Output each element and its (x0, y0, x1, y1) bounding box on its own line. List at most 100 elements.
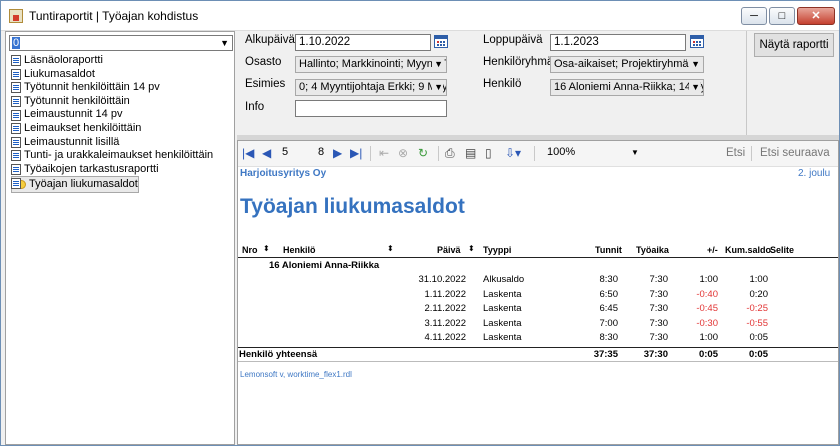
report-list-item-label: Leimaukset henkilöittäin (24, 121, 142, 134)
cell-tyoaika: 7:30 (649, 332, 669, 343)
col-selite: Selite (770, 245, 795, 255)
run-report-button[interactable]: Näytä raportti (754, 33, 834, 57)
chevron-down-icon[interactable]: ▼ (631, 148, 639, 157)
report-group-combo[interactable]: 0 ▼ (9, 35, 233, 51)
refresh-icon[interactable]: ↻ (418, 146, 428, 160)
report-list-item[interactable]: Työtunnit henkilöittäin 14 pv (11, 81, 233, 95)
report-list-item[interactable]: Leimaustunnit 14 pv (11, 108, 233, 122)
toolbar-separator (751, 146, 752, 161)
osasto-select[interactable]: Hallinto; Markkinointi; Myynti; T ▼ (295, 56, 447, 73)
toolbar-separator (370, 146, 371, 161)
total-rule (238, 347, 838, 348)
col-tyoaika: Työaika (636, 245, 669, 255)
report-list-item-label: Leimaustunnit lisillä (24, 135, 120, 148)
calendar-icon[interactable] (690, 35, 704, 48)
report-list-item-label: Liukumasaldot (24, 67, 95, 80)
cell-tyyppi: Laskenta (483, 303, 522, 314)
cell-paiva: 3.11.2022 (424, 317, 466, 329)
cell-plusminus: -0:45 (696, 303, 718, 314)
report-document-icon (11, 123, 21, 135)
company-name: Harjoitusyritys Oy (240, 168, 327, 179)
loppupaiva-input[interactable]: 1.1.2023 (550, 34, 686, 51)
cell-tyyppi: Laskenta (483, 332, 522, 343)
cell-paiva: 2.11.2022 (424, 303, 466, 314)
page-number-input[interactable]: 5 (282, 146, 288, 158)
find-link[interactable]: Etsi (726, 147, 745, 159)
stop-icon[interactable]: ⊗ (398, 146, 408, 160)
loppupaiva-label: Loppupäivä (483, 34, 543, 46)
alkupaiva-input[interactable]: 1.10.2022 (295, 34, 431, 51)
cell-tunnit: 8:30 (599, 274, 619, 285)
report-list-item[interactable]: Työtunnit henkilöittäin (11, 95, 233, 109)
report-list-item-label: Työaikojen tarkastusraportti (24, 162, 159, 175)
sort-icon[interactable]: ⬍ (468, 244, 475, 253)
page-setup-icon[interactable]: ▯ (485, 146, 492, 160)
report-footer: Lemonsoft v, worktime_flex1.rdl (240, 370, 352, 379)
report-list-item[interactable]: Työaikojen tarkastusraportti (11, 163, 233, 177)
report-list-item-label: Tunti- ja urakkaleimaukset henkilöittäin (24, 149, 214, 162)
report-document-icon (11, 177, 21, 189)
info-input[interactable] (295, 100, 447, 117)
app-icon (9, 9, 23, 23)
export-icon[interactable]: ⇩▾ (505, 146, 521, 160)
next-page-icon[interactable]: ▶ (333, 146, 342, 160)
col-tyyppi: Tyyppi (483, 245, 512, 255)
cell-tunnit: 8:30 (599, 332, 619, 343)
report-document-icon (11, 150, 21, 162)
total-tyoaika: 37:30 (643, 349, 668, 360)
maximize-button[interactable]: □ (769, 7, 795, 25)
print-icon[interactable]: ⎙ (445, 146, 455, 161)
close-button[interactable]: ✕ (797, 7, 835, 25)
chevron-down-icon: ▼ (689, 80, 700, 95)
henkiloryhma-value: Osa-aikaiset; Projektiryhmä 1; 1 (554, 58, 704, 70)
report-list-item-label: Työajan liukumasaldot (29, 178, 138, 191)
calendar-icon[interactable] (434, 35, 448, 48)
chevron-down-icon: ▼ (689, 57, 700, 72)
report-list-item[interactable]: Läsnäoloraportti (11, 54, 233, 68)
henkiloryhma-label: Henkilöryhmä (483, 56, 554, 68)
back-icon[interactable]: ⇤ (379, 146, 389, 160)
report-list-item[interactable]: Työajan liukumasaldot (11, 176, 139, 194)
sort-icon[interactable]: ⬍ (263, 244, 270, 253)
print-layout-icon[interactable]: ▤ (465, 146, 476, 160)
app-window: Tuntiraportit | Työajan kohdistus ─ □ ✕ … (0, 0, 840, 446)
chevron-down-icon[interactable]: ▼ (220, 36, 229, 50)
cell-kumsaldo: -0:55 (746, 317, 768, 329)
report-document-icon (11, 109, 21, 121)
cell-tyoaika: 7:30 (649, 317, 669, 329)
report-list-item-label: Läsnäoloraportti (24, 54, 103, 66)
report-list-item[interactable]: Liukumasaldot (11, 68, 233, 82)
col-tunnit: Tunnit (595, 245, 622, 255)
col-paiva: Päivä (437, 245, 461, 255)
henkilo-value: 16 Aloniemi Anna-Riikka; 14 Fy (554, 81, 704, 93)
report-list-item-label: Leimaustunnit 14 pv (24, 108, 123, 121)
prev-page-icon[interactable]: ◀ (262, 146, 271, 160)
find-next-link[interactable]: Etsi seuraava (760, 147, 830, 159)
report-title: Työajan liukumasaldot (240, 195, 465, 218)
chevron-down-icon: ▼ (432, 80, 443, 95)
cell-paiva: 31.10.2022 (418, 274, 466, 285)
alkupaiva-label: Alkupäivä (245, 34, 295, 46)
report-list-item[interactable]: Tunti- ja urakkaleimaukset henkilöittäin (11, 149, 233, 163)
report-list-item[interactable]: Leimaukset henkilöittäin (11, 122, 233, 136)
report-viewer: |◀ ◀ 5 8 ▶ ▶| ⇤ ⊗ ↻ ⎙ ▤ ▯ ⇩▾ 100% ▼ Etsi… (237, 140, 839, 445)
zoom-select[interactable]: 100% (547, 146, 575, 158)
cell-plusminus: 1:00 (699, 332, 719, 343)
chevron-down-icon: ▼ (432, 57, 443, 72)
report-list-panel: 0 ▼ Läsnäoloraportti Liukumasaldot Työtunni… (5, 31, 235, 445)
report-list-item-label: Työtunnit henkilöittäin (24, 94, 130, 107)
cell-tyyppi: Laskenta (483, 317, 522, 329)
osasto-label: Osasto (245, 56, 282, 68)
last-page-icon[interactable]: ▶| (350, 146, 362, 160)
henkilo-select[interactable]: 16 Aloniemi Anna-Riikka; 14 Fy ▼ (550, 79, 704, 96)
report-document-icon (11, 96, 21, 108)
cell-tyyppi: Laskenta (483, 288, 522, 300)
cell-paiva: 1.11.2022 (424, 288, 466, 300)
first-page-icon[interactable]: |◀ (242, 146, 254, 160)
minimize-button[interactable]: ─ (741, 7, 767, 25)
henkiloryhma-select[interactable]: Osa-aikaiset; Projektiryhmä 1; 1 ▼ (550, 56, 704, 73)
esimies-select[interactable]: 0; 4 Myyntijohtaja Erkki; 9 Myyr ▼ (295, 79, 447, 96)
sort-icon[interactable]: ⬍ (387, 244, 394, 253)
report-list-item[interactable]: Leimaustunnit lisillä (11, 136, 233, 150)
combo-value: 0 (12, 37, 21, 49)
